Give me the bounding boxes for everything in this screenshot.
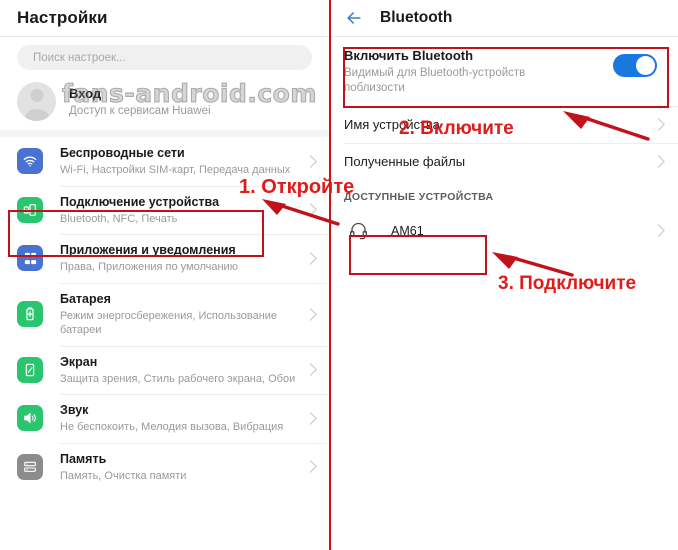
battery-icon [17, 301, 43, 327]
account-subtitle: Доступ к сервисам Huawei [69, 104, 211, 117]
row-label: Полученные файлы [344, 154, 466, 169]
chevron-right-icon [304, 460, 317, 474]
row-title: Беспроводные сети [60, 146, 185, 160]
chevron-right-icon [304, 251, 317, 265]
device-name: AM61 [391, 223, 424, 238]
chevron-right-icon [304, 363, 317, 377]
toggle-knob [636, 56, 655, 75]
row-text: Приложения и уведомления Права, Приложен… [60, 242, 298, 275]
row-subtitle: Bluetooth, NFC, Печать [60, 212, 178, 225]
row-subtitle: Память, Очистка памяти [60, 469, 187, 482]
chevron-right-icon [652, 118, 665, 131]
back-arrow-icon[interactable] [344, 8, 364, 28]
row-label: Имя устройства [344, 117, 440, 132]
sidebar-item-storage[interactable]: Память Память, Очистка памяти [0, 442, 329, 492]
chevron-right-icon [652, 224, 665, 237]
bluetooth-header: Bluetooth [331, 0, 678, 36]
sidebar-item-display[interactable]: Экран Защита зрения, Стиль рабочего экра… [0, 345, 329, 395]
wifi-icon [17, 148, 43, 175]
apps-grid-icon [17, 245, 43, 272]
sound-speaker-icon [17, 405, 43, 432]
account-row[interactable]: Вход Доступ к сервисам Huawei [0, 77, 329, 130]
row-text: Экран Защита зрения, Стиль рабочего экра… [60, 354, 298, 387]
row-text: Подключение устройства Bluetooth, NFC, П… [60, 194, 298, 227]
settings-header: Настройки [0, 0, 329, 36]
received-files-row[interactable]: Полученные файлы [331, 143, 678, 180]
chevron-right-icon [652, 155, 665, 168]
search-container: Поиск настроек... [0, 37, 329, 77]
device-item-am61[interactable]: AM61 [331, 209, 678, 252]
user-avatar-icon [17, 82, 56, 121]
bluetooth-screen: Bluetooth Включить Bluetooth Видимый для… [331, 0, 678, 550]
sidebar-item-device-connection[interactable]: Подключение устройства Bluetooth, NFC, П… [0, 185, 329, 235]
sidebar-item-apps-notifications[interactable]: Приложения и уведомления Права, Приложен… [0, 234, 329, 283]
display-icon [17, 356, 43, 383]
row-text: Звук Не беспокоить, Мелодия вызова, Вибр… [60, 402, 298, 435]
bluetooth-list: Включить Bluetooth Видимый для Bluetooth… [331, 37, 678, 252]
chevron-right-icon [304, 203, 317, 217]
row-text: Батарея Режим энергосбережения, Использо… [60, 291, 298, 338]
search-input[interactable]: Поиск настроек... [17, 45, 312, 70]
sidebar-item-battery[interactable]: Батарея Режим энергосбережения, Использо… [0, 282, 329, 346]
page-title: Настройки [17, 8, 108, 27]
chevron-right-icon [304, 411, 317, 425]
sidebar-item-wireless-networks[interactable]: Беспроводные сети Wi-Fi, Настройки SIM-к… [0, 137, 329, 186]
row-text: Память Память, Очистка памяти [60, 451, 298, 484]
account-text: Вход Доступ к сервисам Huawei [69, 85, 211, 119]
tutorial-screenshot: Настройки Поиск настроек... Вход Доступ … [0, 0, 678, 550]
row-subtitle: Wi-Fi, Настройки SIM-карт, Передача данн… [60, 164, 291, 176]
row-title: Подключение устройства [60, 194, 220, 209]
settings-list: Беспроводные сети Wi-Fi, Настройки SIM-к… [0, 137, 329, 491]
row-subtitle: Защита зрения, Стиль рабочего экрана, Об… [60, 372, 296, 385]
sidebar-item-sound[interactable]: Звук Не беспокоить, Мелодия вызова, Вибр… [0, 394, 329, 443]
device-name-row[interactable]: Имя устройства [331, 106, 678, 143]
row-title: Батарея [60, 291, 111, 306]
chevron-right-icon [304, 154, 317, 168]
device-name-text: Имя устройства [344, 116, 646, 133]
page-title: Bluetooth [380, 9, 453, 26]
bluetooth-toggle[interactable] [613, 54, 657, 77]
row-subtitle: Режим энергосбережения, Использование ба… [60, 309, 278, 337]
headset-icon [348, 220, 369, 241]
row-text: Беспроводные сети Wi-Fi, Настройки SIM-к… [60, 145, 298, 178]
row-title: Экран [60, 354, 98, 369]
bluetooth-enable-row[interactable]: Включить Bluetooth Видимый для Bluetooth… [331, 37, 678, 106]
available-devices-header: ДОСТУПНЫЕ УСТРОЙСТВА [331, 180, 678, 209]
row-title: Память [60, 451, 107, 466]
settings-screen: Настройки Поиск настроек... Вход Доступ … [0, 0, 331, 550]
row-subtitle: Не беспокоить, Мелодия вызова, Вибрация [60, 421, 284, 433]
row-title: Звук [60, 403, 89, 417]
enable-subtitle: Видимый для Bluetooth-устройств поблизос… [344, 67, 526, 94]
account-title: Вход [69, 85, 102, 101]
device-connection-icon [17, 196, 43, 223]
received-files-text: Полученные файлы [344, 153, 646, 170]
storage-icon [17, 453, 43, 480]
chevron-right-icon [304, 307, 317, 321]
row-subtitle: Права, Приложения по умолчанию [60, 261, 238, 273]
enable-title: Включить Bluetooth [344, 48, 474, 63]
section-gap [0, 130, 329, 137]
row-title: Приложения и уведомления [60, 243, 236, 257]
search-placeholder-text: Поиск настроек... [33, 51, 126, 64]
enable-text: Включить Bluetooth Видимый для Bluetooth… [344, 47, 613, 96]
